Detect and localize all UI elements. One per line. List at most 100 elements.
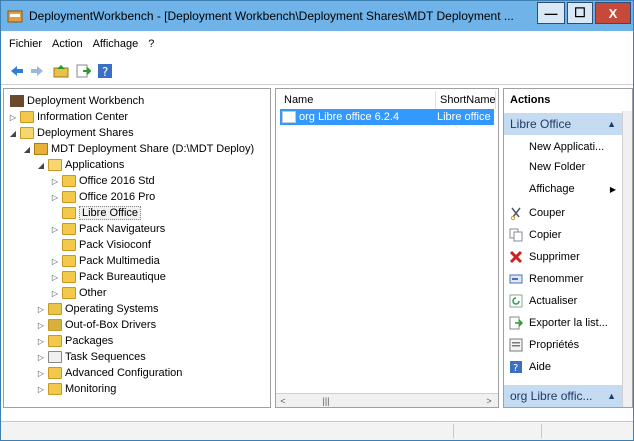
collapse-icon[interactable]: ◢ (8, 129, 18, 138)
tree-app-item[interactable]: ▷ Pack Bureautique (50, 269, 166, 285)
tree-root[interactable]: Deployment Workbench (8, 93, 144, 109)
action-actualiser[interactable]: Actualiser (504, 291, 622, 311)
expand-icon[interactable]: ▷ (36, 337, 46, 346)
vertical-scrollbar[interactable] (622, 111, 632, 407)
collapse-caret-icon[interactable]: ▲ (607, 113, 616, 135)
help-icon[interactable]: ? (97, 63, 113, 79)
list-pane[interactable]: Name ShortName org Libre office 6.2.4 Li… (275, 88, 499, 408)
tree-app-item[interactable]: ▷ Pack Navigateurs (50, 221, 165, 237)
back-arrow-icon[interactable] (9, 63, 25, 79)
task-sequences-icon (48, 351, 62, 363)
expand-icon[interactable]: ▷ (50, 289, 60, 298)
menu-help[interactable]: ? (148, 38, 154, 50)
title-bar[interactable]: DeploymentWorkbench - [Deployment Workbe… (1, 1, 633, 31)
scissors-icon (510, 207, 521, 220)
action-affichage[interactable]: Affichage ▶ (504, 179, 622, 199)
maximize-button[interactable]: ☐ (567, 2, 593, 24)
expand-icon[interactable]: ▷ (36, 385, 46, 394)
folder-icon (62, 223, 76, 235)
action-new-folder[interactable]: New Folder (504, 157, 622, 177)
tree-information-center[interactable]: ▷ Information Center (8, 109, 128, 125)
rename-icon (509, 274, 523, 284)
tree-drivers[interactable]: ▷ Out-of-Box Drivers (36, 317, 156, 333)
menu-bar: Fichier Action Affichage ? (1, 31, 633, 57)
folder-icon (62, 239, 76, 251)
folder-icon (62, 207, 76, 219)
tree-monitoring[interactable]: ▷ Monitoring (36, 381, 116, 397)
collapse-icon[interactable]: ◢ (36, 161, 46, 170)
menu-affichage[interactable]: Affichage (93, 38, 139, 50)
action-proprietes[interactable]: Propriétés (504, 335, 622, 355)
mmc-window: DeploymentWorkbench - [Deployment Workbe… (0, 0, 634, 441)
folder-open-icon (20, 127, 34, 139)
tree-deployment-shares[interactable]: ◢ Deployment Shares (8, 125, 134, 141)
export-icon[interactable] (75, 63, 91, 79)
status-divider (453, 424, 454, 438)
tree-app-item[interactable]: ▷ Pack Multimedia (50, 253, 160, 269)
tree-packages[interactable]: ▷ Packages (36, 333, 113, 349)
application-icon (282, 111, 296, 123)
action-couper[interactable]: Couper (504, 203, 622, 223)
folder-icon (62, 271, 76, 283)
submenu-arrow-icon: ▶ (609, 184, 616, 194)
scroll-right-icon[interactable]: > (482, 394, 496, 407)
forward-arrow-icon[interactable] (29, 63, 45, 79)
menu-fichier[interactable]: Fichier (9, 38, 42, 50)
up-folder-icon[interactable] (53, 63, 69, 79)
folder-icon (62, 191, 76, 203)
action-supprimer[interactable]: Supprimer (504, 247, 622, 267)
tree-mdt-share[interactable]: ◢ MDT Deployment Share (D:\MDT Deploy) (22, 141, 254, 157)
scroll-thumb[interactable]: ||| (316, 394, 336, 407)
expand-icon[interactable]: ▷ (50, 257, 60, 266)
tree-task-sequences[interactable]: ▷ Task Sequences (36, 349, 146, 365)
tree-operating-systems[interactable]: ▷ Operating Systems (36, 301, 159, 317)
action-new-application[interactable]: New Applicati... (504, 137, 622, 157)
action-renommer[interactable]: Renommer (504, 269, 622, 289)
tree-app-item[interactable]: ▷ Office 2016 Pro (50, 189, 155, 205)
packages-folder-icon (48, 335, 62, 347)
expand-icon[interactable]: ▷ (36, 305, 46, 314)
expand-icon[interactable]: ▷ (36, 369, 46, 378)
monitoring-folder-icon (48, 383, 62, 395)
tree-app-item[interactable]: ▷ Office 2016 Std (50, 173, 155, 189)
expand-icon[interactable]: ▷ (50, 225, 60, 234)
tree-pane[interactable]: Deployment Workbench ▷ Information Cente… (3, 88, 271, 408)
toolbar: ? (1, 57, 633, 85)
menu-action[interactable]: Action (52, 38, 83, 50)
tree-applications[interactable]: ◢ Applications (36, 157, 124, 173)
expand-icon[interactable]: ▷ (50, 193, 60, 202)
column-header-shortname[interactable]: ShortName (436, 91, 496, 109)
actions-section-libre-office[interactable]: Libre Office ▲ (504, 113, 622, 135)
actions-header: Actions (504, 89, 632, 111)
properties-icon (509, 338, 523, 352)
action-copier[interactable]: Copier (504, 225, 622, 245)
collapse-icon[interactable]: ◢ (22, 145, 32, 154)
collapse-caret-icon[interactable]: ▲ (607, 385, 616, 407)
action-exporter-liste[interactable]: Exporter la list... (504, 313, 622, 333)
status-divider (541, 424, 542, 438)
close-button[interactable]: X (595, 2, 631, 24)
minimize-button[interactable]: — (537, 2, 565, 24)
help-icon: ? (510, 361, 522, 374)
tree-app-item[interactable]: ▷ Other (50, 285, 107, 301)
tree-advanced-configuration[interactable]: ▷ Advanced Configuration (36, 365, 182, 381)
scroll-left-icon[interactable]: < (276, 394, 290, 407)
folder-icon (62, 175, 76, 187)
expand-icon[interactable]: ▷ (8, 113, 18, 122)
refresh-icon (509, 294, 523, 308)
folder-open-icon (48, 159, 62, 171)
action-aide[interactable]: ? Aide (504, 357, 622, 377)
column-header-name[interactable]: Name (280, 91, 436, 109)
status-bar (1, 421, 633, 440)
tree-app-item[interactable]: Pack Visioconf (50, 237, 151, 253)
expand-icon[interactable]: ▷ (50, 273, 60, 282)
folder-icon (48, 367, 62, 379)
expand-icon[interactable]: ▷ (36, 321, 46, 330)
expand-icon[interactable]: ▷ (36, 353, 46, 362)
expand-icon[interactable]: ▷ (50, 177, 60, 186)
tree-app-item-selected[interactable]: Libre Office (50, 205, 142, 221)
list-item[interactable]: org Libre office 6.2.4 Libre office (280, 109, 494, 125)
actions-section-org-libre-office[interactable]: org Libre offic... ▲ (504, 385, 622, 407)
horizontal-scrollbar[interactable]: < ||| > (276, 393, 498, 407)
actions-pane: Actions Libre Office ▲ New Applicati... … (503, 88, 633, 408)
